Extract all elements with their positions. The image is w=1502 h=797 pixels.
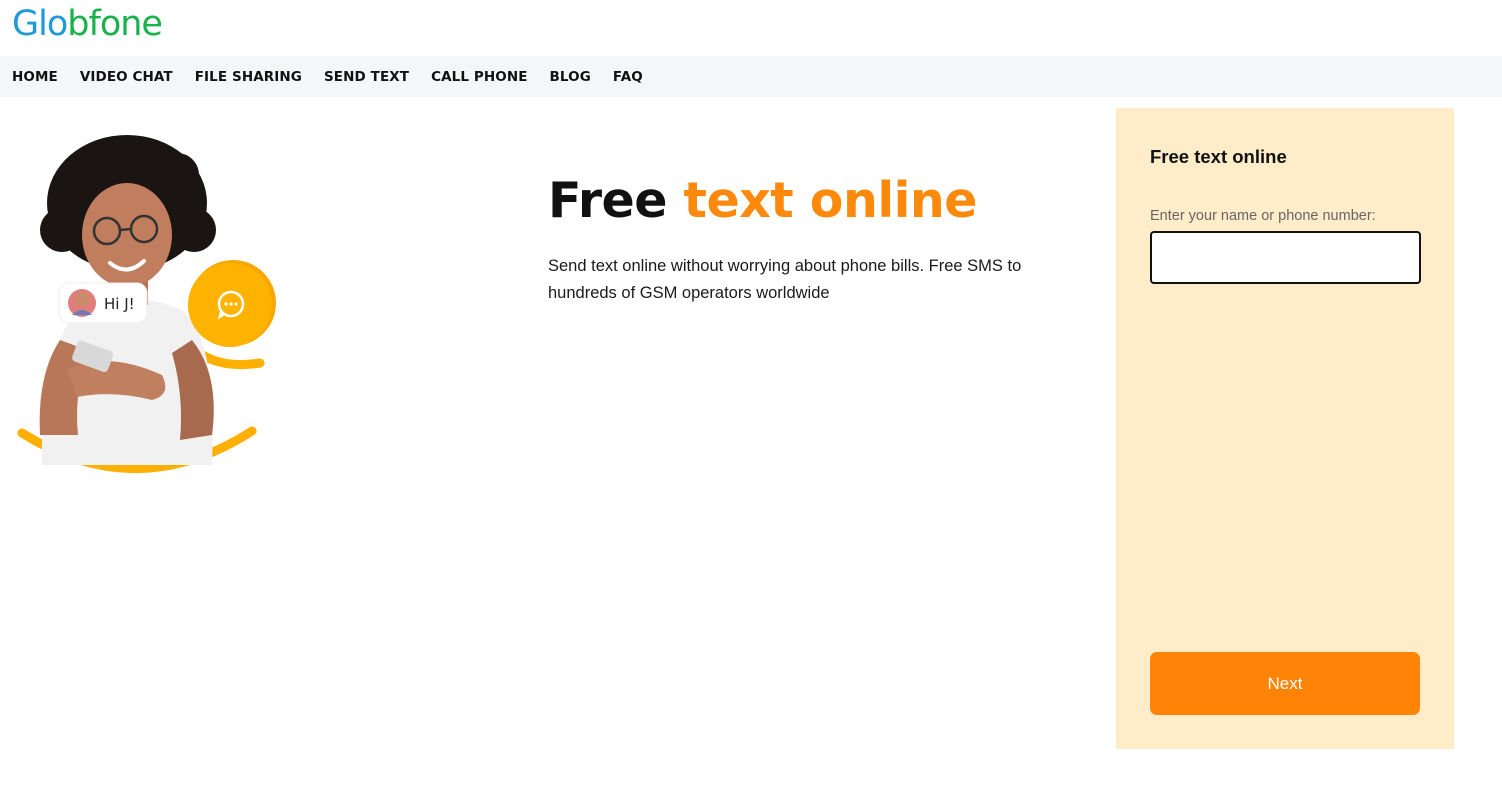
logo-text-part3: bfone xyxy=(67,4,163,44)
nav-item-faq[interactable]: FAQ xyxy=(613,69,643,85)
main-nav: HOME VIDEO CHAT FILE SHARING SEND TEXT C… xyxy=(0,56,1502,97)
name-or-phone-input[interactable] xyxy=(1150,231,1421,284)
nav-item-call-phone[interactable]: CALL PHONE xyxy=(431,69,527,85)
hero-title-plain: Free xyxy=(548,172,667,229)
panel-title: Free text online xyxy=(1150,146,1287,167)
hero-subtitle: Send text online without worrying about … xyxy=(548,257,1022,302)
next-button[interactable]: Next xyxy=(1150,652,1420,715)
woman-texting-illustration: Hi J! xyxy=(17,135,276,473)
logo-text-part1: Gl xyxy=(12,4,48,44)
nav-item-home[interactable]: HOME xyxy=(12,69,58,85)
hero-title: Free text online xyxy=(548,172,978,229)
hi-bubble-text: Hi J! xyxy=(104,295,135,313)
hero-illustration: Hi J! xyxy=(12,135,292,480)
send-text-panel: Free text online Enter your name or phon… xyxy=(1116,108,1454,749)
nav-item-blog[interactable]: BLOG xyxy=(550,69,591,85)
nav-item-send-text[interactable]: SEND TEXT xyxy=(324,69,409,85)
logo-text-part2: o xyxy=(46,4,68,44)
hero-title-accent: text online xyxy=(683,172,978,229)
globfone-logo[interactable]: Gl o bfone xyxy=(12,2,163,46)
nav-item-video-chat[interactable]: VIDEO CHAT xyxy=(80,69,173,85)
input-label: Enter your name or phone number: xyxy=(1150,208,1376,224)
nav-item-file-sharing[interactable]: FILE SHARING xyxy=(195,69,302,85)
